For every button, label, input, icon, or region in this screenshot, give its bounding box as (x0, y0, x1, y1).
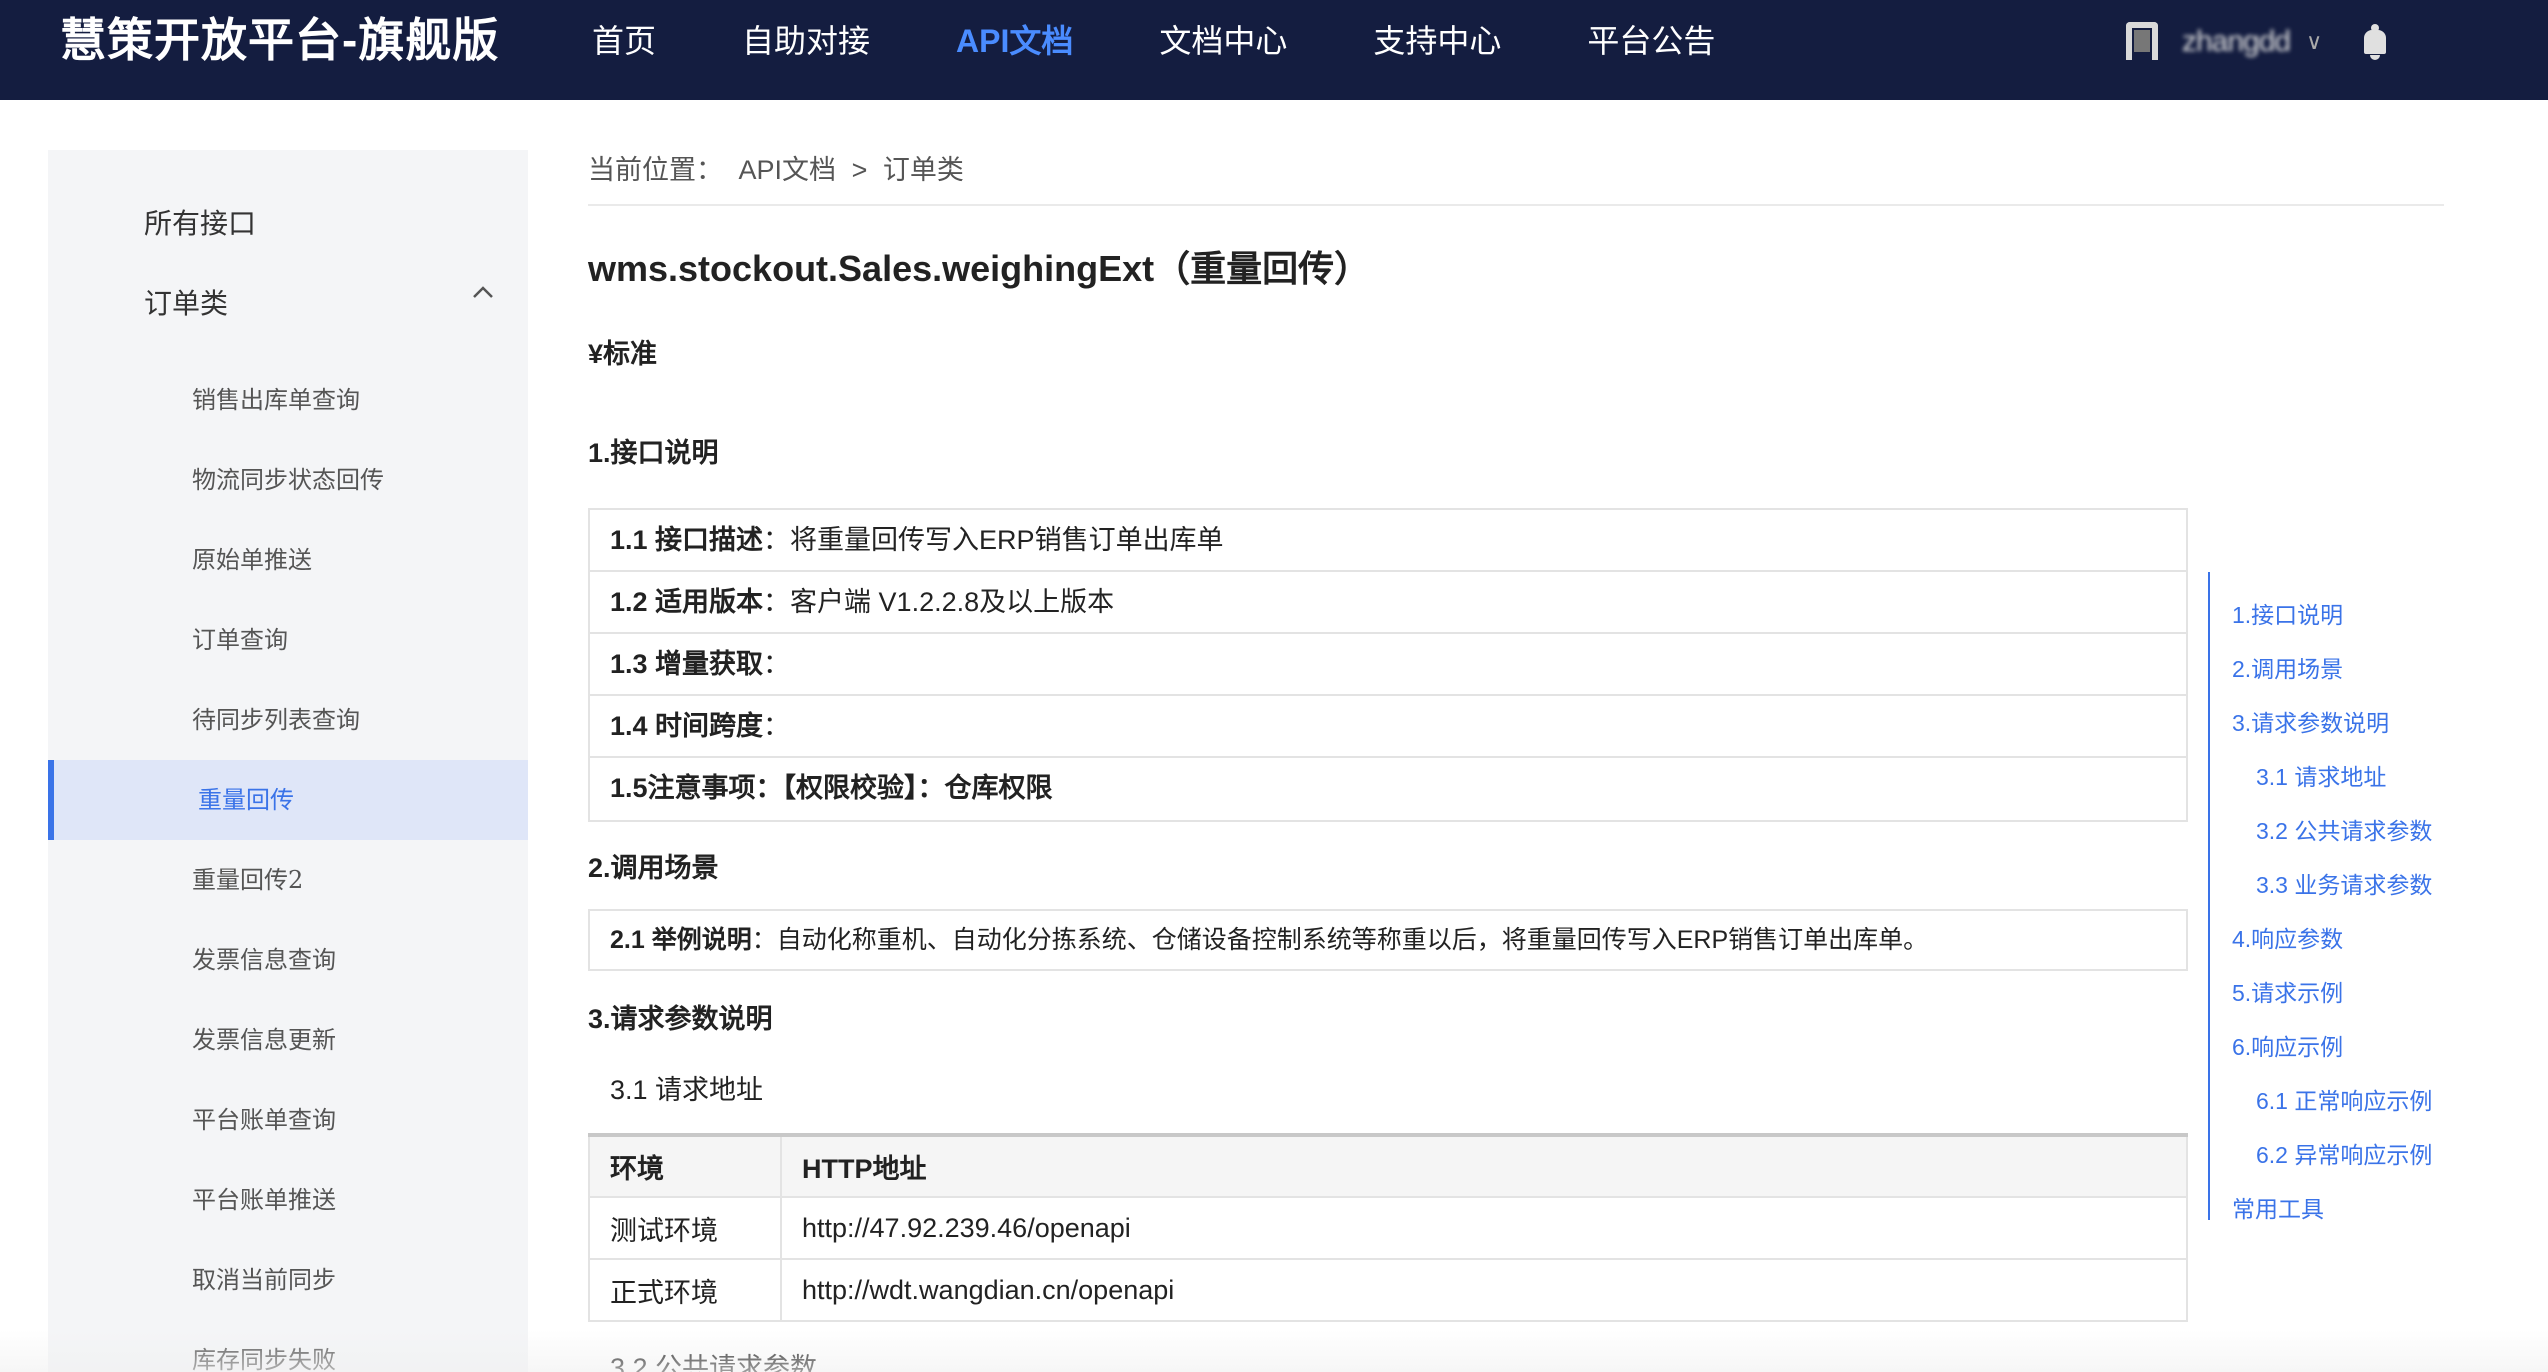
info-separator: ： (763, 587, 791, 617)
example-box: 2.1 举例说明：自动化称重机、自动化分拣系统、仓储设备控制系统等称重以后，将重… (588, 909, 2188, 971)
interface-info-box: 1.1 接口描述：将重量回传写入ERP销售订单出库单 1.2 适用版本：客户端 … (588, 508, 2188, 822)
info-separator: ： (763, 649, 791, 679)
toc-item[interactable]: 6.响应示例 (2232, 1028, 2343, 1062)
toc-item[interactable]: 1.接口说明 (2232, 596, 2343, 630)
bell-icon[interactable] (2362, 24, 2388, 60)
avatar[interactable] (2120, 20, 2164, 64)
subsection-common-params: 3.2 公共请求参数 (610, 1353, 818, 1372)
page-title: wms.stockout.Sales.weighingExt（重量回传） (588, 248, 1371, 289)
table-cell-env: 正式环境 (588, 1258, 782, 1322)
info-key: 1.1 接口描述 (610, 525, 764, 555)
info-separator: ： (763, 525, 791, 555)
nav-home[interactable]: 首页 (592, 0, 656, 82)
example-value: 自动化称重机、自动化分拣系统、仓储设备控制系统等称重以后，将重量回传写入ERP销… (776, 926, 1929, 954)
table-cell-url[interactable]: http://47.92.239.46/openapi (780, 1196, 2188, 1260)
chevron-down-icon[interactable]: ∨ (2306, 29, 2322, 55)
table-header: 环境 (588, 1134, 782, 1198)
example-separator: ： (751, 926, 777, 954)
table-of-contents: 1.接口说明 2.调用场景 3.请求参数说明 3.1 请求地址 3.2 公共请求… (2208, 572, 2508, 1222)
info-key: 1.4 时间跨度 (610, 711, 764, 741)
brand-title[interactable]: 慧策开放平台-旗舰版 (60, 0, 499, 80)
standard-label: ¥标准 (588, 339, 658, 369)
breadcrumb-separator: > (851, 155, 868, 185)
main-content: 当前位置： API文档 > 订单类 wms.stockout.Sales.wei… (588, 150, 2444, 1372)
toc-item[interactable]: 3.3 业务请求参数 (2256, 866, 2432, 900)
sidebar-item[interactable]: 取消当前同步 (48, 1240, 528, 1320)
sidebar-all-interfaces[interactable]: 所有接口 (144, 202, 256, 242)
table-cell-url[interactable]: http://wdt.wangdian.cn/openapi (780, 1258, 2188, 1322)
sidebar-item[interactable]: 原始单推送 (48, 520, 528, 600)
info-row: 1.1 接口描述：将重量回传写入ERP销售订单出库单 (590, 510, 2186, 572)
nav-support-center[interactable]: 支持中心 (1373, 0, 1501, 82)
nav-api-docs[interactable]: API文档 (956, 0, 1073, 82)
sidebar-item-list: 销售出库单查询 物流同步状态回传 原始单推送 订单查询 待同步列表查询 重量回传… (48, 360, 528, 1372)
sidebar-item[interactable]: 销售出库单查询 (48, 360, 528, 440)
breadcrumb-prefix: 当前位置： (588, 155, 723, 185)
section-heading-1: 1.接口说明 (588, 438, 719, 468)
info-value: 客户端 V1.2.2.8及以上版本 (790, 587, 1115, 617)
info-key: 1.5注意事项 (610, 773, 756, 803)
info-separator: ： (755, 773, 783, 803)
nav-self-integration[interactable]: 自助对接 (742, 0, 870, 82)
toc-item[interactable]: 6.2 异常响应示例 (2256, 1136, 2432, 1170)
environment-table: 环境 HTTP地址 测试环境 http://47.92.239.46/opena… (588, 1133, 2188, 1322)
section-heading-3: 3.请求参数说明 (588, 1004, 773, 1034)
section-heading-2: 2.调用场景 (588, 853, 719, 883)
breadcrumb-link-api-docs[interactable]: API文档 (739, 155, 837, 185)
info-value: 将重量回传写入ERP销售订单出库单 (790, 525, 1224, 555)
breadcrumb-current[interactable]: 订单类 (883, 155, 964, 185)
table-row: 正式环境 http://wdt.wangdian.cn/openapi (588, 1258, 2188, 1322)
subsection-request-url: 3.1 请求地址 (610, 1075, 764, 1105)
table-header-row: 环境 HTTP地址 (588, 1134, 2188, 1198)
nav-announcements[interactable]: 平台公告 (1587, 0, 1715, 82)
sidebar-item[interactable]: 平台账单推送 (48, 1160, 528, 1240)
main-nav: 首页 自助对接 API文档 文档中心 支持中心 平台公告 (592, 0, 1801, 82)
example-key: 2.1 举例说明 (610, 926, 752, 954)
info-row: 1.4 时间跨度： (590, 696, 2186, 758)
sidebar-item[interactable]: 待同步列表查询 (48, 680, 528, 760)
user-menu[interactable]: zhangdd ∨ (2120, 14, 2388, 70)
info-row: 1.3 增量获取： (590, 634, 2186, 696)
sidebar-item[interactable]: 物流同步状态回传 (48, 440, 528, 520)
nav-doc-center[interactable]: 文档中心 (1159, 0, 1287, 82)
toc-item[interactable]: 3.1 请求地址 (2256, 758, 2386, 792)
toc-item[interactable]: 4.响应参数 (2232, 920, 2343, 954)
info-row: 1.5注意事项：【权限校验】：仓库权限 (590, 758, 2186, 820)
toc-item[interactable]: 常用工具 (2232, 1190, 2324, 1224)
toc-item[interactable]: 2.调用场景 (2232, 650, 2343, 684)
username[interactable]: zhangdd (2182, 25, 2291, 59)
sidebar-item[interactable]: 发票信息更新 (48, 1000, 528, 1080)
info-separator: ： (763, 711, 791, 741)
sidebar-item[interactable]: 订单查询 (48, 600, 528, 680)
sidebar-category-orders[interactable]: 订单类 (144, 282, 228, 322)
info-key: 1.3 增量获取 (610, 649, 764, 679)
sidebar-item-active[interactable]: 重量回传 (48, 760, 528, 840)
sidebar-item[interactable]: 发票信息查询 (48, 920, 528, 1000)
toc-item[interactable]: 6.1 正常响应示例 (2256, 1082, 2432, 1116)
table-cell-env: 测试环境 (588, 1196, 782, 1260)
sidebar: 所有接口 订单类 销售出库单查询 物流同步状态回传 原始单推送 订单查询 待同步… (48, 150, 528, 1372)
table-header: HTTP地址 (780, 1134, 2188, 1198)
sidebar-item[interactable]: 平台账单查询 (48, 1080, 528, 1160)
info-key: 1.2 适用版本 (610, 587, 764, 617)
chevron-up-icon[interactable] (468, 278, 498, 308)
table-row: 测试环境 http://47.92.239.46/openapi (588, 1196, 2188, 1260)
info-value-permission: 【权限校验】：仓库权限 (782, 773, 1053, 803)
toc-item[interactable]: 3.2 公共请求参数 (2256, 812, 2432, 846)
sidebar-item[interactable]: 库存同步失败 (48, 1320, 528, 1372)
info-row: 1.2 适用版本：客户端 V1.2.2.8及以上版本 (590, 572, 2186, 634)
sidebar-item[interactable]: 重量回传2 (48, 840, 528, 920)
toc-item[interactable]: 3.请求参数说明 (2232, 704, 2389, 738)
toc-item[interactable]: 5.请求示例 (2232, 974, 2343, 1008)
breadcrumb: 当前位置： API文档 > 订单类 (588, 150, 2444, 206)
top-navigation-bar: 慧策开放平台-旗舰版 首页 自助对接 API文档 文档中心 支持中心 平台公告 … (0, 0, 2548, 100)
